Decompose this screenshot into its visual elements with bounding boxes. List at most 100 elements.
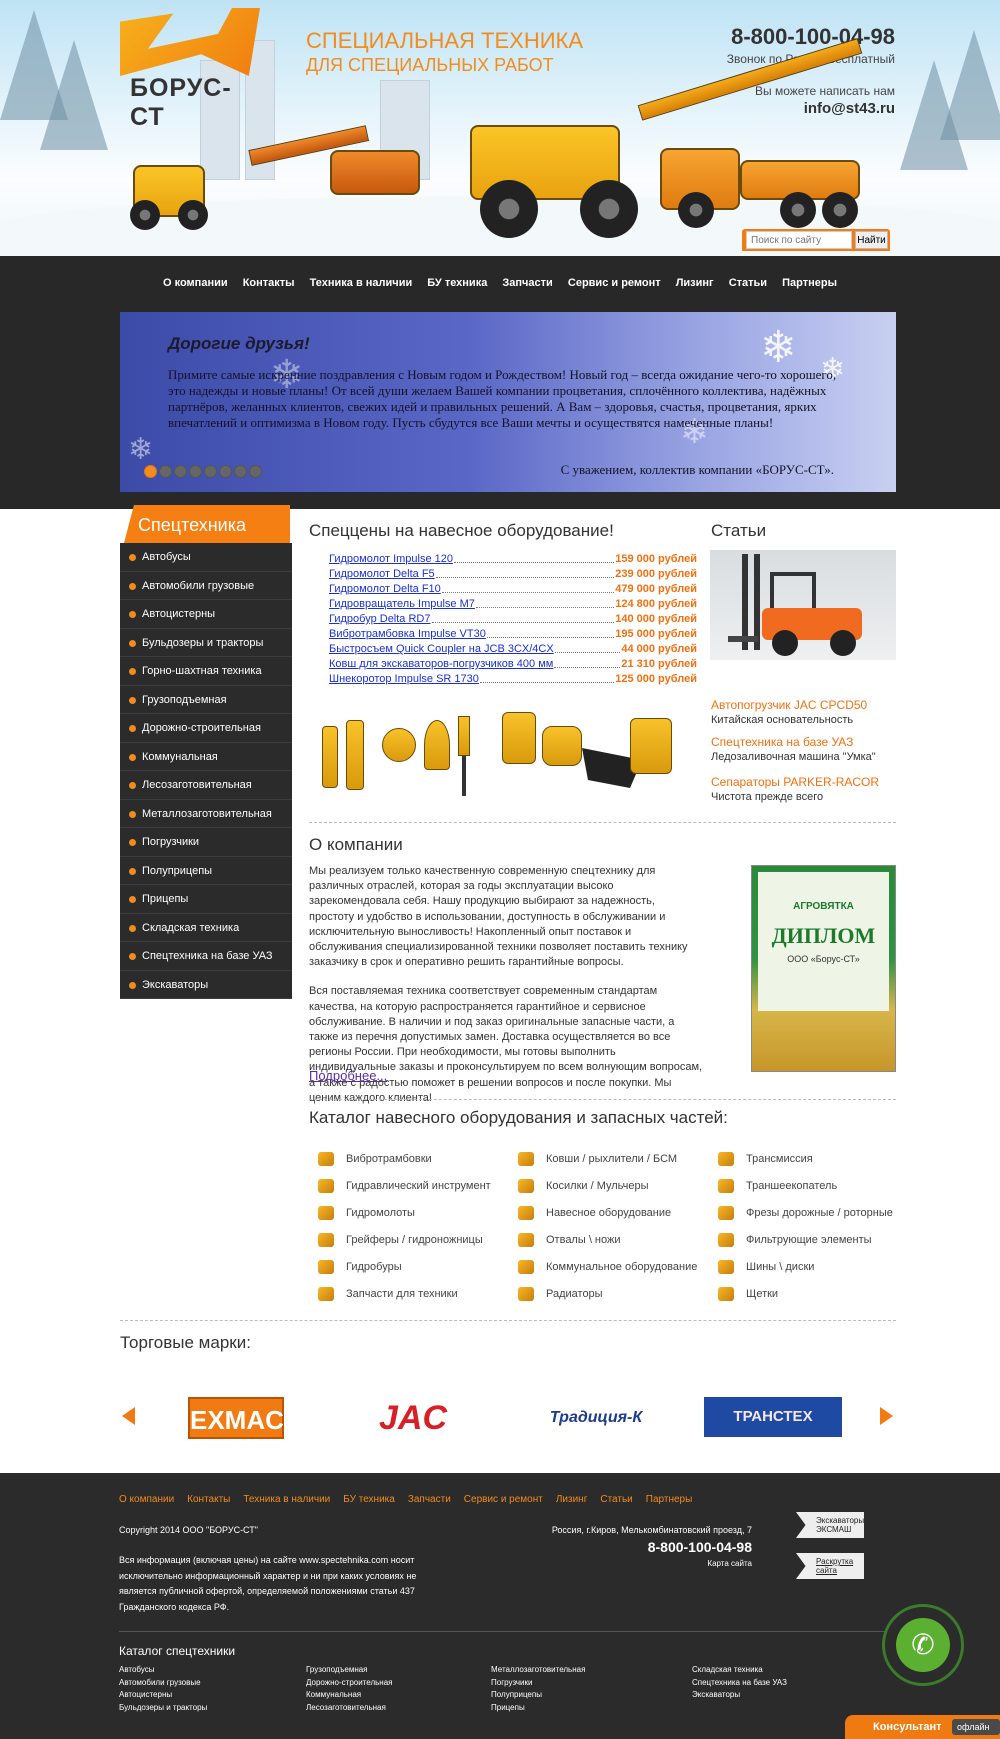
catalog-item[interactable]: Грейферы / гидроножницы bbox=[318, 1226, 491, 1253]
footer-nav-link[interactable]: Техника в наличии bbox=[243, 1494, 330, 1505]
price-item-link[interactable]: Гидромолот Impulse 120 bbox=[329, 552, 453, 567]
footer-nav-link[interactable]: Статьи bbox=[600, 1494, 632, 1505]
more-link[interactable]: Подробнее... bbox=[309, 1068, 387, 1083]
slider-dot[interactable] bbox=[144, 465, 157, 478]
price-item-link[interactable]: Гидровращатель Impulse M7 bbox=[329, 597, 475, 612]
footer-nav-link[interactable]: О компании bbox=[119, 1494, 174, 1505]
slider-dot[interactable] bbox=[219, 465, 232, 478]
catalog-item[interactable]: Отвалы \ ножи bbox=[518, 1226, 697, 1253]
sidebar-item[interactable]: Дорожно-строительная bbox=[120, 714, 292, 743]
footer-nav-link[interactable]: БУ техника bbox=[343, 1494, 395, 1505]
nav-articles[interactable]: Статьи bbox=[729, 277, 767, 289]
catalog-item[interactable]: Косилки / Мульчеры bbox=[518, 1172, 697, 1199]
nav-about[interactable]: О компании bbox=[163, 277, 228, 289]
footer-nav-link[interactable]: Партнеры bbox=[646, 1494, 693, 1505]
catalog-item[interactable]: Гидробуры bbox=[318, 1253, 491, 1280]
price-item-link[interactable]: Гидромолот Delta F5 bbox=[329, 567, 435, 582]
price-item-link[interactable]: Гидромолот Delta F10 bbox=[329, 582, 441, 597]
footer-catalog-link[interactable]: Лесозаготовительная bbox=[306, 1702, 392, 1715]
footer-catalog-link[interactable]: Автомобили грузовые bbox=[119, 1677, 207, 1690]
header-phone[interactable]: 8-800-100-04-98 bbox=[727, 24, 895, 50]
catalog-item[interactable]: Трансмиссия bbox=[718, 1145, 893, 1172]
sidebar-item[interactable]: Коммунальная bbox=[120, 743, 292, 771]
price-item-link[interactable]: Ковш для экскаваторов-погрузчиков 400 мм bbox=[329, 657, 553, 672]
price-item-link[interactable]: Вибротрамбовка Impulse VT30 bbox=[329, 627, 486, 642]
promo-banner[interactable]: ❄ ❄ ❄ ❄ ❄ Дорогие друзья! Примите самые … bbox=[120, 312, 896, 492]
footer-nav-link[interactable]: Лизинг bbox=[556, 1494, 588, 1505]
brand-logo[interactable]: ТРАНСТЕХ bbox=[704, 1397, 842, 1437]
brand-logo[interactable]: JAC bbox=[358, 1397, 468, 1439]
excavators-badge[interactable]: Экскаваторы ЭКСМАШ bbox=[796, 1512, 864, 1538]
footer-catalog-link[interactable]: Дорожно-строительная bbox=[306, 1677, 392, 1690]
search-input[interactable] bbox=[746, 231, 852, 249]
price-item-link[interactable]: Шнекоротор Impulse SR 1730 bbox=[329, 672, 479, 687]
sitemap-link[interactable]: Карта сайта bbox=[480, 1559, 752, 1568]
brand-logo[interactable]: EXMACH EM bbox=[188, 1397, 303, 1477]
footer-nav-link[interactable]: Запчасти bbox=[408, 1494, 451, 1505]
footer-catalog-link[interactable]: Коммунальная bbox=[306, 1689, 392, 1702]
sidebar-item[interactable]: Складская техника bbox=[120, 914, 292, 942]
sidebar-item[interactable]: Полуприцепы bbox=[120, 857, 292, 885]
sidebar-item[interactable]: Спецтехника на базе УАЗ bbox=[120, 942, 292, 971]
price-item-link[interactable]: Гидробур Delta RD7 bbox=[329, 612, 431, 627]
sidebar-item[interactable]: Автобусы bbox=[120, 543, 292, 572]
nav-contacts[interactable]: Контакты bbox=[243, 277, 295, 289]
article-image[interactable] bbox=[710, 550, 896, 660]
catalog-item[interactable]: Гидромолоты bbox=[318, 1199, 491, 1226]
sidebar-item[interactable]: Бульдозеры и тракторы bbox=[120, 629, 292, 657]
footer-nav-link[interactable]: Контакты bbox=[187, 1494, 230, 1505]
slider-dot[interactable] bbox=[159, 465, 172, 478]
nav-service[interactable]: Сервис и ремонт bbox=[568, 277, 661, 289]
footer-phone[interactable]: 8-800-100-04-98 bbox=[480, 1539, 752, 1555]
footer-catalog-link[interactable]: Грузоподъемная bbox=[306, 1664, 392, 1677]
catalog-item[interactable]: Траншеекопатель bbox=[718, 1172, 893, 1199]
footer-catalog-link[interactable]: Спецтехника на базе УАЗ bbox=[692, 1677, 787, 1690]
footer-catalog-link[interactable]: Прицепы bbox=[491, 1702, 585, 1715]
catalog-item[interactable]: Ковши / рыхлители / БСМ bbox=[518, 1145, 697, 1172]
sidebar-item[interactable]: Грузоподъемная bbox=[120, 686, 292, 714]
sidebar-item[interactable]: Погрузчики bbox=[120, 828, 292, 857]
carousel-next-icon[interactable] bbox=[880, 1407, 893, 1425]
footer-catalog-link[interactable]: Автобусы bbox=[119, 1664, 207, 1677]
search-button[interactable]: Найти bbox=[855, 231, 888, 249]
slider-dot[interactable] bbox=[174, 465, 187, 478]
sidebar-item[interactable]: Металлозаготовительная bbox=[120, 800, 292, 828]
catalog-item[interactable]: Коммунальное оборудование bbox=[518, 1253, 697, 1280]
footer-nav-link[interactable]: Сервис и ремонт bbox=[464, 1494, 543, 1505]
slider-dot[interactable] bbox=[249, 465, 262, 478]
nav-used[interactable]: БУ техника bbox=[427, 277, 487, 289]
carousel-prev-icon[interactable] bbox=[122, 1407, 135, 1425]
slider-dot[interactable] bbox=[189, 465, 202, 478]
article-link[interactable]: Сепараторы PARKER-RACOR bbox=[711, 775, 879, 789]
catalog-item[interactable]: Вибротрамбовки bbox=[318, 1145, 491, 1172]
nav-leasing[interactable]: Лизинг bbox=[676, 277, 714, 289]
footer-catalog-link[interactable]: Складская техника bbox=[692, 1664, 787, 1677]
catalog-item[interactable]: Фильтрующие элементы bbox=[718, 1226, 893, 1253]
brand-logo[interactable]: Традиция-К bbox=[530, 1397, 662, 1439]
slider-dot[interactable] bbox=[204, 465, 217, 478]
footer-catalog-link[interactable]: Металлозаготовительная bbox=[491, 1664, 585, 1677]
sidebar-item[interactable]: Горно-шахтная техника bbox=[120, 657, 292, 686]
slider-dot[interactable] bbox=[234, 465, 247, 478]
catalog-item[interactable]: Гидравлический инструмент bbox=[318, 1172, 491, 1199]
sidebar-item[interactable]: Прицепы bbox=[120, 885, 292, 914]
article-link[interactable]: Автопогрузчик JAC CPCD50 bbox=[711, 698, 867, 712]
sidebar-item[interactable]: Автомобили грузовые bbox=[120, 572, 292, 600]
footer-catalog-link[interactable]: Бульдозеры и тракторы bbox=[119, 1702, 207, 1715]
sidebar-item[interactable]: Лесозаготовительная bbox=[120, 771, 292, 800]
diploma-image[interactable]: АГРОВЯТКА ДИПЛОМ ООО «Борус-СТ» bbox=[751, 865, 896, 1072]
nav-parts[interactable]: Запчасти bbox=[502, 277, 552, 289]
consultant-widget[interactable]: Консультант офлайн bbox=[845, 1715, 1000, 1739]
price-item-link[interactable]: Быстросъем Quick Coupler на JCB 3CX/4CX bbox=[329, 642, 554, 657]
article-link[interactable]: Спецтехника на базе УАЗ bbox=[711, 735, 876, 749]
catalog-item[interactable]: Шины \ диски bbox=[718, 1253, 893, 1280]
catalog-item[interactable]: Щетки bbox=[718, 1280, 893, 1307]
nav-partners[interactable]: Партнеры bbox=[782, 277, 837, 289]
nav-in-stock[interactable]: Техника в наличии bbox=[310, 277, 413, 289]
header-email[interactable]: info@st43.ru bbox=[727, 100, 895, 117]
catalog-item[interactable]: Фрезы дорожные / роторные bbox=[718, 1199, 893, 1226]
catalog-item[interactable]: Радиаторы bbox=[518, 1280, 697, 1307]
sidebar-item[interactable]: Автоцистерны bbox=[120, 600, 292, 629]
footer-catalog-link[interactable]: Экскаваторы bbox=[692, 1689, 787, 1702]
footer-catalog-link[interactable]: Автоцистерны bbox=[119, 1689, 207, 1702]
